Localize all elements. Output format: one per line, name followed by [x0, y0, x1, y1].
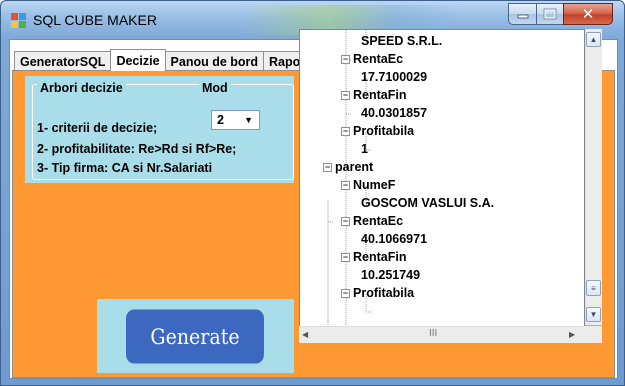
scrollbar-corner: [585, 326, 602, 343]
tree-item-label: 40.0301857: [361, 106, 428, 120]
tree-item[interactable]: − RentaFin: [341, 248, 406, 266]
option-line-1: 1- criterii de decizie;: [37, 121, 158, 135]
tree-item[interactable]: 40.1066971: [361, 230, 427, 248]
collapse-toggle-icon[interactable]: −: [323, 162, 332, 172]
tree-item[interactable]: 17.7100029: [361, 68, 427, 86]
app-window: SQL CUBE MAKER ✕ GeneratorSQL Decizie Pa…: [0, 0, 625, 386]
tab-decizie[interactable]: Decizie: [110, 49, 166, 71]
tree-horizontal-scrollbar[interactable]: ◀ III ▶: [299, 326, 585, 343]
option-line-3: 3- Tip firma: CA si Nr.Salariati: [37, 161, 213, 175]
generate-button[interactable]: Generate: [126, 309, 264, 364]
collapse-toggle-icon[interactable]: −: [341, 216, 350, 226]
tree-item[interactable]: 10.251749: [361, 266, 420, 284]
minimize-button[interactable]: [508, 3, 537, 25]
collapse-toggle-icon[interactable]: −: [341, 54, 350, 64]
collapse-toggle-icon[interactable]: −: [341, 126, 350, 136]
tree-item-label: parent: [335, 160, 374, 174]
tree-item[interactable]: − RentaEc: [341, 50, 403, 68]
tree-item[interactable]: − parent: [323, 158, 373, 176]
collapse-toggle-icon[interactable]: −: [341, 180, 350, 190]
option-line-2: 2- profitabilitate: Re>Rd si Rf>Re;: [37, 142, 237, 156]
tree-item-label: RentaFin: [353, 88, 407, 102]
tree-item-label: RentaEc: [353, 214, 404, 228]
tree-item[interactable]: GOSCOM VASLUI S.A.: [361, 194, 494, 212]
collapse-toggle-icon[interactable]: −: [341, 90, 350, 100]
tree-item[interactable]: − RentaFin: [341, 86, 406, 104]
close-button[interactable]: ✕: [563, 3, 613, 25]
tree-item[interactable]: − Profitabila: [341, 122, 414, 140]
tab-generatorsql[interactable]: GeneratorSQL: [14, 51, 112, 71]
tab-strip: GeneratorSQL Decizie Panou de bord Rapor…: [14, 49, 316, 71]
collapse-toggle-icon[interactable]: −: [341, 252, 350, 262]
tree-item-label: Profitabila: [353, 286, 415, 300]
tree-item-label: 10.251749: [361, 268, 421, 282]
scroll-right-icon[interactable]: ▶: [569, 330, 575, 339]
mod-label: Mod: [199, 81, 231, 95]
app-icon: [11, 13, 27, 29]
tree-item-label: GOSCOM VASLUI S.A.: [361, 196, 495, 210]
mod-select[interactable]: 2 ▼: [211, 110, 260, 130]
maximize-icon: [543, 8, 557, 20]
tree-item-label: 1: [361, 142, 368, 156]
tree-item[interactable]: SPEED S.R.L.: [361, 32, 442, 50]
maximize-button[interactable]: [536, 3, 564, 25]
tree-item-label: 40.1066971: [361, 232, 428, 246]
tree-item[interactable]: − NumeF: [341, 176, 395, 194]
tree-item-label: Profitabila: [353, 124, 415, 138]
decision-group-title: Arbori decizie: [37, 81, 126, 97]
tree-item-label: 17.7100029: [361, 70, 428, 84]
tree-item[interactable]: − Profitabila: [341, 284, 414, 302]
window-title: SQL CUBE MAKER: [33, 12, 157, 28]
tree-item-label: RentaEc: [353, 52, 404, 66]
tree-vertical-scrollbar[interactable]: ▲ ≡ ▼: [585, 29, 602, 325]
tree-item-label: NumeF: [353, 178, 396, 192]
close-icon: ✕: [581, 5, 595, 23]
scroll-down-icon[interactable]: ▼: [586, 307, 601, 322]
tree-item[interactable]: 40.0301857: [361, 104, 427, 122]
scroll-thumb-grip-icon[interactable]: III: [429, 328, 437, 339]
tab-panou-de-bord[interactable]: Panou de bord: [164, 51, 265, 71]
tree-item[interactable]: − RentaEc: [341, 212, 403, 230]
mod-select-value: 2: [217, 113, 224, 127]
scroll-thumb-grip-icon[interactable]: ≡: [586, 280, 601, 296]
minimize-icon: [517, 14, 528, 19]
tree-item-label: SPEED S.R.L.: [361, 34, 443, 48]
dropdown-arrow-icon[interactable]: ▼: [244, 115, 253, 125]
tree-item[interactable]: 1: [361, 140, 368, 158]
scroll-left-icon[interactable]: ◀: [302, 330, 308, 339]
collapse-toggle-icon[interactable]: −: [341, 288, 350, 298]
tree-item-label: RentaFin: [353, 250, 407, 264]
scroll-up-icon[interactable]: ▲: [586, 32, 601, 47]
